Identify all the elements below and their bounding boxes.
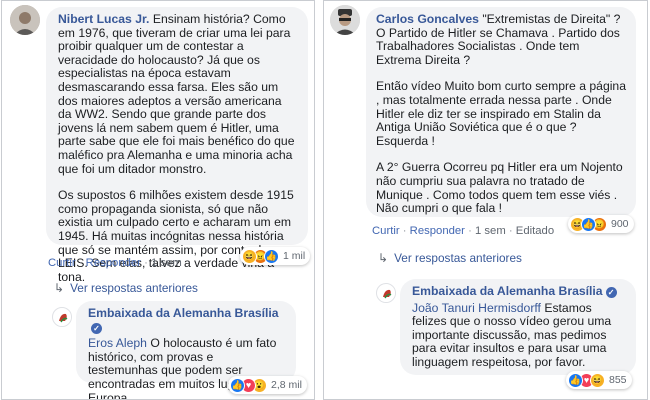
reaction-count: 900 bbox=[611, 218, 629, 230]
view-previous-replies[interactable]: ↳ Ver respostas anteriores bbox=[54, 281, 198, 295]
like-link[interactable]: Curtir bbox=[48, 257, 76, 269]
reply-mention[interactable]: João Tanuri Hermisdorff bbox=[412, 301, 541, 315]
verified-badge-icon: ✓ bbox=[605, 287, 617, 298]
reply-text: João Tanuri Hermisdorff Estamos felizes … bbox=[412, 300, 612, 369]
comment-bubble-nibert: Nibert Lucas Jr. Ensinam história? Como … bbox=[46, 7, 308, 283]
reply-arrow-icon: ↳ bbox=[378, 251, 389, 265]
reaction-summary[interactable]: 😆 👍 😠 900 bbox=[568, 215, 634, 233]
reply-author-line: Embaixada da Alemanha Brasília ✓ bbox=[88, 306, 286, 334]
reply-arrow-icon: ↳ bbox=[54, 281, 65, 295]
comment-author[interactable]: Carlos Goncalves bbox=[376, 12, 479, 26]
comment-paragraph-2: Os supostos 6 milhões existem desde 1915… bbox=[58, 188, 294, 284]
comment-time[interactable]: 1 sem bbox=[151, 257, 182, 269]
edited-label[interactable]: Editado bbox=[516, 225, 554, 237]
like-reaction-icon: 👍 bbox=[581, 216, 596, 232]
reply-reaction-summary[interactable]: 👍 ♥ 😆 855 bbox=[566, 371, 632, 389]
comment-actions: Curtir · Responder · 1 sem · Editado bbox=[372, 225, 555, 237]
user-photo-icon bbox=[330, 5, 360, 35]
comment-bubble-carlos: Carlos Goncalves "Extremistas de Direita… bbox=[366, 7, 636, 217]
reply-author[interactable]: Embaixada da Alemanha Brasília bbox=[412, 284, 603, 298]
reply-reaction-count: 2,8 mil bbox=[271, 379, 302, 391]
comment-author[interactable]: Nibert Lucas Jr. bbox=[58, 12, 149, 26]
reply-reaction-count: 855 bbox=[609, 374, 627, 386]
reply-author[interactable]: Embaixada da Alemanha Brasília bbox=[88, 306, 279, 320]
reply-link[interactable]: Responder bbox=[410, 225, 465, 237]
haha-reaction-icon: 😆 bbox=[242, 248, 257, 264]
reply-bubble-embaixada: Embaixada da Alemanha Brasília ✓ João Tan… bbox=[400, 279, 636, 375]
comment-paragraph-1: Carlos Goncalves "Extremistas de Direita… bbox=[376, 12, 621, 67]
comment-time[interactable]: 1 sem bbox=[475, 225, 506, 237]
user-photo-icon bbox=[10, 5, 40, 35]
reply-author-line: Embaixada da Alemanha Brasília✓ bbox=[412, 284, 626, 299]
avatar-embaixada[interactable] bbox=[52, 307, 72, 327]
comment-paragraph-3: A 2° Guerra Ocorreu pq Hitler era um Noj… bbox=[376, 160, 623, 216]
haha-reaction-icon: 😆 bbox=[590, 372, 605, 388]
like-reaction-icon: 👍 bbox=[568, 372, 583, 388]
avatar-carlos[interactable] bbox=[330, 5, 360, 35]
reply-bubble-embaixada: Embaixada da Alemanha Brasília ✓ Eros Ale… bbox=[76, 301, 296, 399]
reaction-summary[interactable]: 😆 😠 👍 1 mil bbox=[240, 247, 311, 265]
left-comment-thread: Nibert Lucas Jr. Ensinam história? Como … bbox=[1, 0, 315, 400]
comment-actions: Curtir · Responder · 1 sem bbox=[48, 257, 182, 269]
embassy-logo-icon bbox=[54, 309, 71, 326]
like-reaction-icon: 👍 bbox=[264, 248, 279, 264]
comment-paragraph-1: Nibert Lucas Jr. Ensinam história? Como … bbox=[58, 12, 295, 176]
reply-reaction-summary[interactable]: 👍 ♥ 😮 2,8 mil bbox=[228, 376, 307, 394]
reaction-count: 1 mil bbox=[283, 250, 306, 262]
view-previous-replies[interactable]: ↳ Ver respostas anteriores bbox=[378, 251, 522, 265]
reply-mention[interactable]: Eros Aleph bbox=[88, 336, 147, 350]
avatar-embaixada[interactable] bbox=[376, 283, 396, 303]
avatar-nibert[interactable] bbox=[10, 5, 40, 35]
comment-paragraph-2: Então vídeo Muito bom curto sempre a pág… bbox=[376, 79, 626, 148]
like-link[interactable]: Curtir bbox=[372, 225, 400, 237]
right-comment-thread: Carlos Goncalves "Extremistas de Direita… bbox=[323, 0, 648, 400]
embassy-logo-icon bbox=[378, 285, 395, 302]
like-reaction-icon: 👍 bbox=[230, 377, 245, 393]
verified-badge-icon: ✓ bbox=[91, 322, 102, 334]
reply-link[interactable]: Responder bbox=[86, 257, 141, 269]
